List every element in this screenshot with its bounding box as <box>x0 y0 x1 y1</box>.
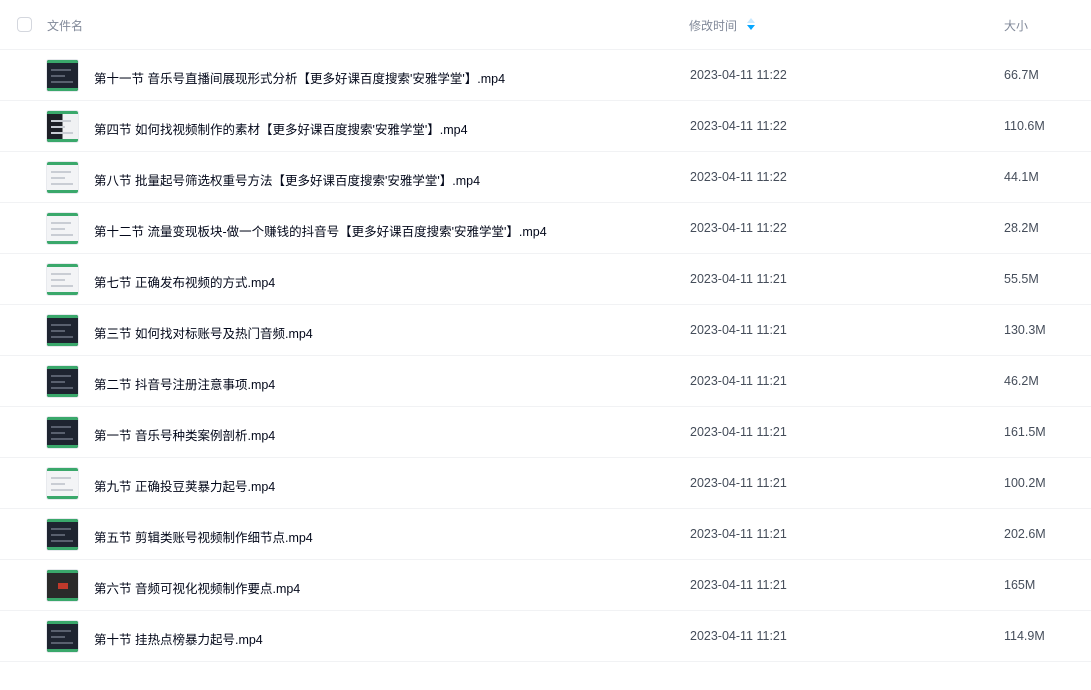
video-thumbnail-icon <box>46 314 79 347</box>
video-thumbnail-icon <box>46 263 79 296</box>
file-name[interactable]: 第十一节 音乐号直播间展现形式分析【更多好课百度搜索'安雅学堂'】.mp4 <box>94 68 505 87</box>
sort-icon[interactable] <box>746 17 756 31</box>
file-size: 110.6M <box>1004 119 1045 133</box>
file-size: 28.2M <box>1004 221 1039 235</box>
file-size: 202.6M <box>1004 527 1046 541</box>
table-row[interactable]: 第十节 挂热点榜暴力起号.mp4 2023-04-11 11:21 114.9M <box>0 611 1091 662</box>
file-size: 165M <box>1004 578 1036 592</box>
file-modified-time: 2023-04-11 11:21 <box>690 374 787 388</box>
file-modified-time: 2023-04-11 11:22 <box>690 119 787 133</box>
file-modified-time: 2023-04-11 11:21 <box>690 323 787 337</box>
file-modified-time: 2023-04-11 11:21 <box>690 527 787 541</box>
file-modified-time: 2023-04-11 11:22 <box>690 221 787 235</box>
table-row[interactable]: 第五节 剪辑类账号视频制作细节点.mp4 2023-04-11 11:21 202.… <box>0 509 1091 560</box>
file-name[interactable]: 第五节 剪辑类账号视频制作细节点.mp4 <box>94 527 313 546</box>
video-thumbnail-icon <box>46 620 79 653</box>
column-header-size[interactable]: 大小 <box>1004 17 1028 34</box>
file-size: 100.2M <box>1004 476 1046 490</box>
video-thumbnail-icon <box>46 212 79 245</box>
file-size: 44.1M <box>1004 170 1039 184</box>
video-thumbnail-icon <box>46 467 79 500</box>
table-row[interactable]: 第八节 批量起号筛选权重号方法【更多好课百度搜索'安雅学堂'】.mp4 2023-… <box>0 152 1091 203</box>
file-rows: 第十一节 音乐号直播间展现形式分析【更多好课百度搜索'安雅学堂'】.mp4 202… <box>0 50 1091 662</box>
file-list: 文件名 修改时间 大小 第十一节 音乐号直播间展现形式分析【更多好课百度搜索'安… <box>0 0 1091 662</box>
file-size: 66.7M <box>1004 68 1039 82</box>
file-name[interactable]: 第八节 批量起号筛选权重号方法【更多好课百度搜索'安雅学堂'】.mp4 <box>94 170 480 189</box>
file-name[interactable]: 第一节 音乐号种类案例剖析.mp4 <box>94 425 275 444</box>
table-row[interactable]: 第三节 如何找对标账号及热门音频.mp4 2023-04-11 11:21 130.… <box>0 305 1091 356</box>
select-all-checkbox[interactable] <box>17 17 32 32</box>
table-row[interactable]: 第四节 如何找视频制作的素材【更多好课百度搜索'安雅学堂'】.mp4 2023-0… <box>0 101 1091 152</box>
video-thumbnail-icon <box>46 365 79 398</box>
video-thumbnail-icon <box>46 110 79 143</box>
file-name[interactable]: 第九节 正确投豆荚暴力起号.mp4 <box>94 476 275 495</box>
file-name[interactable]: 第三节 如何找对标账号及热门音频.mp4 <box>94 323 313 342</box>
table-row[interactable]: 第十一节 音乐号直播间展现形式分析【更多好课百度搜索'安雅学堂'】.mp4 202… <box>0 50 1091 101</box>
video-thumbnail-icon <box>46 569 79 602</box>
video-thumbnail-icon <box>46 416 79 449</box>
file-modified-time: 2023-04-11 11:21 <box>690 272 787 286</box>
file-name[interactable]: 第七节 正确发布视频的方式.mp4 <box>94 272 275 291</box>
file-modified-time: 2023-04-11 11:21 <box>690 425 787 439</box>
file-size: 46.2M <box>1004 374 1039 388</box>
file-name[interactable]: 第二节 抖音号注册注意事项.mp4 <box>94 374 275 393</box>
table-row[interactable]: 第七节 正确发布视频的方式.mp4 2023-04-11 11:21 55.5M <box>0 254 1091 305</box>
video-thumbnail-icon <box>46 518 79 551</box>
file-size: 55.5M <box>1004 272 1039 286</box>
column-header-name[interactable]: 文件名 <box>47 17 83 34</box>
file-name[interactable]: 第六节 音频可视化视频制作要点.mp4 <box>94 578 300 597</box>
file-modified-time: 2023-04-11 11:22 <box>690 68 787 82</box>
file-modified-time: 2023-04-11 11:22 <box>690 170 787 184</box>
table-row[interactable]: 第六节 音频可视化视频制作要点.mp4 2023-04-11 11:21 165M <box>0 560 1091 611</box>
file-name[interactable]: 第十二节 流量变现板块-做一个赚钱的抖音号【更多好课百度搜索'安雅学堂'】.mp… <box>94 221 547 240</box>
video-thumbnail-icon <box>46 161 79 194</box>
file-size: 114.9M <box>1004 629 1045 643</box>
file-size: 161.5M <box>1004 425 1046 439</box>
file-modified-time: 2023-04-11 11:21 <box>690 629 787 643</box>
file-modified-time: 2023-04-11 11:21 <box>690 578 787 592</box>
file-modified-time: 2023-04-11 11:21 <box>690 476 787 490</box>
table-header: 文件名 修改时间 大小 <box>0 0 1091 50</box>
table-row[interactable]: 第九节 正确投豆荚暴力起号.mp4 2023-04-11 11:21 100.2M <box>0 458 1091 509</box>
table-row[interactable]: 第二节 抖音号注册注意事项.mp4 2023-04-11 11:21 46.2M <box>0 356 1091 407</box>
file-name[interactable]: 第十节 挂热点榜暴力起号.mp4 <box>94 629 263 648</box>
file-name[interactable]: 第四节 如何找视频制作的素材【更多好课百度搜索'安雅学堂'】.mp4 <box>94 119 468 138</box>
video-thumbnail-icon <box>46 59 79 92</box>
file-size: 130.3M <box>1004 323 1046 337</box>
table-row[interactable]: 第一节 音乐号种类案例剖析.mp4 2023-04-11 11:21 161.5M <box>0 407 1091 458</box>
table-row[interactable]: 第十二节 流量变现板块-做一个赚钱的抖音号【更多好课百度搜索'安雅学堂'】.mp… <box>0 203 1091 254</box>
column-header-modified-time[interactable]: 修改时间 <box>689 17 737 34</box>
